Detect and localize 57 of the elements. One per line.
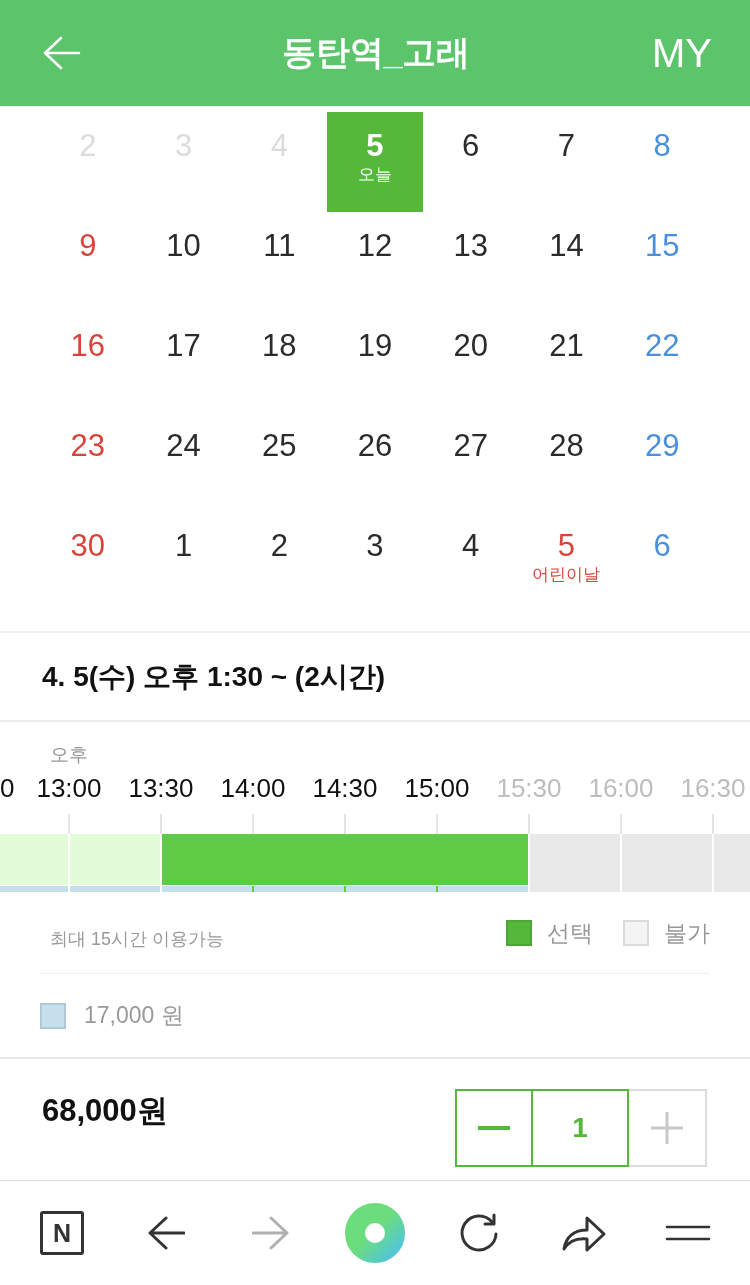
calendar-day[interactable]: 18	[231, 312, 328, 412]
menu-icon[interactable]	[664, 1224, 711, 1242]
calendar-day[interactable]: 21	[518, 312, 615, 412]
calendar-day[interactable]: 20	[422, 312, 519, 412]
calendar-day[interactable]: 26	[327, 412, 423, 512]
legend-label: 불가	[664, 920, 710, 946]
logo-button[interactable]: N	[40, 1211, 85, 1255]
time-label: 14:00	[220, 772, 286, 803]
time-label: 13:00	[36, 772, 102, 803]
calendar-day[interactable]: 24	[135, 412, 232, 512]
time-slot[interactable]	[714, 834, 750, 892]
time-slot[interactable]	[530, 834, 620, 892]
calendar-day[interactable]: 3	[327, 512, 423, 612]
time-slot[interactable]	[0, 834, 68, 892]
calendar-day[interactable]: 1	[135, 512, 232, 612]
calendar-day[interactable]: 28	[518, 412, 615, 512]
time-label: 16:00	[588, 772, 654, 803]
calendar-day[interactable]: 13	[422, 212, 519, 312]
time-slot[interactable]	[70, 834, 160, 892]
legend-label: 선택	[547, 920, 593, 946]
calendar-day[interactable]: 16	[40, 312, 136, 412]
time-label: 15:00	[404, 772, 470, 803]
ring-icon[interactable]	[345, 1203, 405, 1263]
calendar-day[interactable]: 30	[40, 512, 136, 612]
minus-icon	[478, 1126, 510, 1130]
calendar-day[interactable]: 4	[422, 512, 519, 612]
calendar-day[interactable]: 5 어린이날	[518, 512, 615, 612]
calendar-day[interactable]: 7	[518, 112, 615, 212]
usage-notice: 최대 15시간 이용가능	[50, 929, 225, 949]
calendar-day[interactable]: 12	[327, 212, 423, 312]
calendar-day[interactable]: 23	[40, 412, 136, 512]
calendar-day[interactable]: 11	[231, 212, 328, 312]
selected-time-summary: 4. 5(수) 오후 1:30 ~ (2시간)	[42, 659, 386, 694]
time-label: 16:30	[680, 772, 746, 803]
calendar-day[interactable]: 6	[422, 112, 519, 212]
calendar-day[interactable]: 2	[231, 512, 328, 612]
page-title: 동탄역_고래	[281, 32, 471, 73]
time-label: 14:30	[312, 772, 378, 803]
time-label: 15:30	[496, 772, 562, 803]
arrow-left-icon[interactable]	[147, 1216, 186, 1250]
calendar-day[interactable]: 10	[135, 212, 232, 312]
calendar-day[interactable]: 9	[40, 212, 136, 312]
time-slot[interactable]	[162, 834, 252, 892]
price-label: 17,000 원	[84, 1001, 184, 1030]
minus-button[interactable]	[455, 1089, 533, 1167]
period-label: 오후	[50, 744, 88, 765]
calendar-day[interactable]: 25	[231, 412, 328, 512]
time-label: 0	[0, 772, 15, 803]
calendar-day[interactable]: 14	[518, 212, 615, 312]
time-slot[interactable]	[436, 834, 528, 892]
plus-icon	[651, 1112, 683, 1144]
total-price: 68,000원	[42, 1093, 168, 1129]
calendar-day[interactable]: 19	[327, 312, 423, 412]
calendar-day[interactable]: 27	[422, 412, 519, 512]
time-label: 13:30	[128, 772, 194, 803]
time-slot[interactable]	[622, 834, 712, 892]
calendar-day[interactable]: 17	[135, 312, 232, 412]
